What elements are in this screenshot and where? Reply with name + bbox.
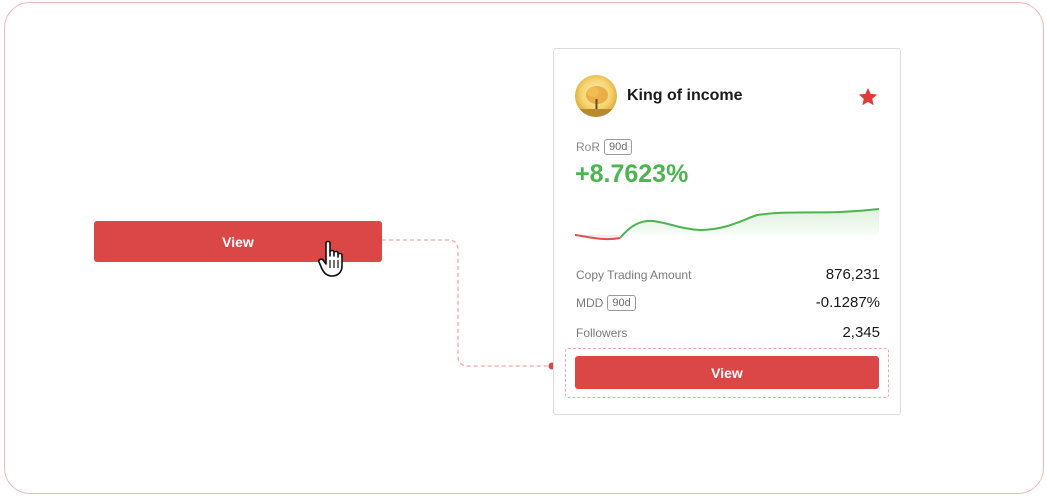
stat-value: -0.1287%	[815, 294, 880, 311]
stat-row-followers: Followers 2,345	[576, 324, 880, 341]
ror-value: +8.7623%	[575, 160, 689, 188]
stat-label: Followers	[576, 326, 627, 340]
trader-avatar[interactable]	[575, 75, 617, 117]
stat-value: 876,231	[825, 266, 880, 283]
copy-trader-card: King of income RoR 90d +8.7623% Copy Tra…	[553, 48, 901, 415]
stat-label-text: Followers	[576, 325, 628, 340]
ror-label: RoR 90d	[576, 139, 633, 155]
trader-name[interactable]: King of income	[627, 87, 743, 105]
stat-label: Copy Trading Amount	[576, 268, 691, 282]
stat-label-text: Copy Trading Amount	[576, 267, 692, 282]
stat-label-text: MDD	[576, 295, 604, 310]
stat-row-copy-amount: Copy Trading Amount 876,231	[576, 266, 880, 283]
stat-value: 2,345	[842, 324, 880, 341]
autumn-tree-avatar	[575, 75, 617, 117]
stat-label: MDD 90d	[576, 294, 636, 311]
stat-row-mdd: MDD 90d -0.1287%	[576, 294, 880, 311]
mdd-period-badge: 90d	[607, 294, 636, 311]
card-view-button[interactable]: View	[575, 356, 879, 389]
performance-sparkline	[575, 208, 879, 241]
ror-period-badge: 90d	[604, 139, 633, 155]
ror-label-text: RoR	[576, 140, 601, 154]
hand-pointer-icon	[318, 240, 343, 277]
star-icon[interactable]	[857, 86, 879, 108]
